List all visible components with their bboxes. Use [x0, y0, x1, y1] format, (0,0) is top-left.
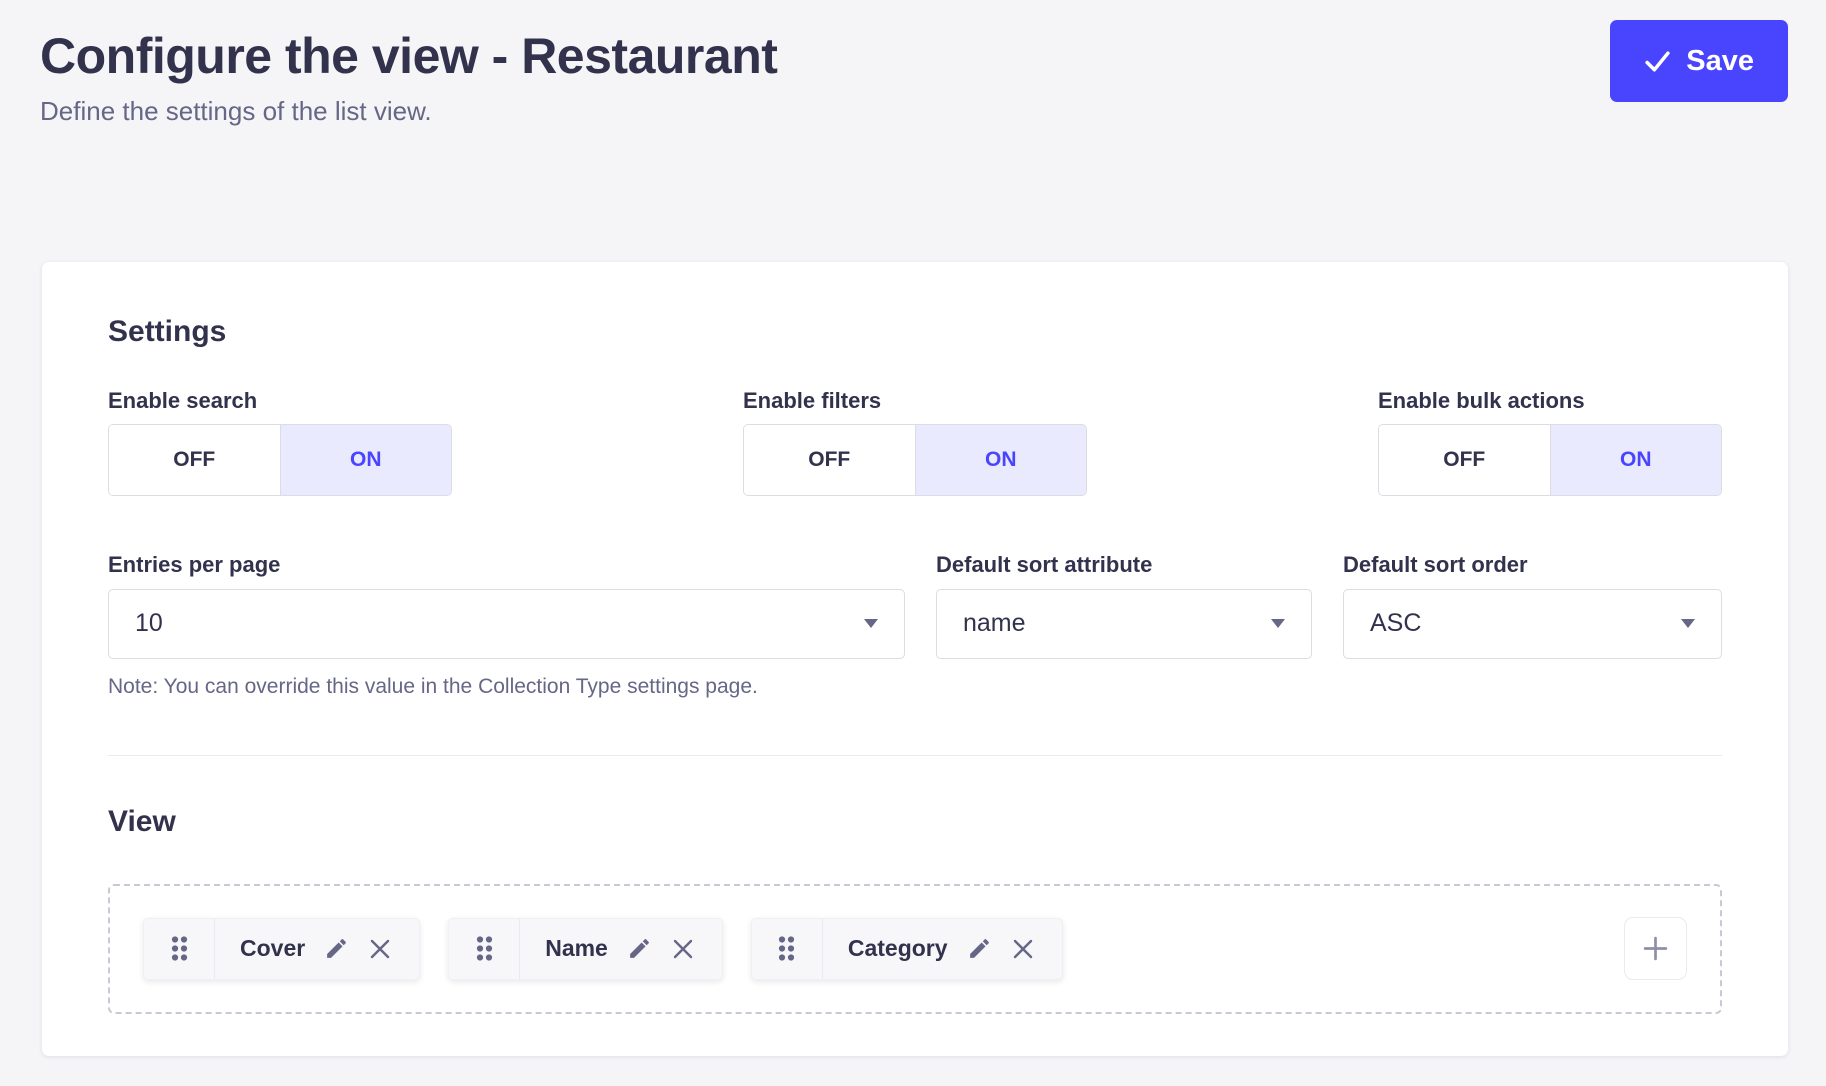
page-subtitle: Define the settings of the list view.: [40, 96, 1788, 127]
enable-search-toggle[interactable]: OFF ON: [108, 424, 452, 496]
section-divider: [108, 755, 1722, 756]
field-default-sort-attribute: Default sort attribute name: [936, 552, 1312, 698]
remove-field-button[interactable]: [368, 937, 392, 961]
add-field-button[interactable]: [1624, 917, 1687, 980]
enable-filters-label: Enable filters: [743, 388, 1087, 414]
check-icon: [1644, 48, 1671, 75]
view-field-label: Name: [545, 935, 608, 962]
edit-field-button[interactable]: [627, 936, 652, 961]
enable-bulk-actions-toggle[interactable]: OFF ON: [1378, 424, 1722, 496]
edit-field-button[interactable]: [967, 936, 992, 961]
enable-bulk-actions-off-option[interactable]: OFF: [1379, 425, 1550, 495]
field-entries-per-page: Entries per page 10 Note: You can overri…: [108, 552, 905, 698]
field-enable-bulk-actions: Enable bulk actions OFF ON: [1378, 388, 1722, 496]
page-title: Configure the view - Restaurant: [40, 26, 1788, 86]
enable-filters-toggle[interactable]: OFF ON: [743, 424, 1087, 496]
entries-per-page-label: Entries per page: [108, 552, 905, 578]
x-icon: [1011, 937, 1035, 961]
default-sort-order-select[interactable]: ASC: [1343, 589, 1722, 659]
chevron-down-icon: [1681, 619, 1695, 628]
view-field-chip-category: Category: [751, 918, 1063, 980]
field-enable-filters: Enable filters OFF ON: [743, 388, 1087, 496]
toggles-row: Enable search OFF ON Enable filters OFF …: [108, 388, 1722, 496]
entries-per-page-value: 10: [135, 609, 163, 638]
remove-field-button[interactable]: [671, 937, 695, 961]
x-icon: [671, 937, 695, 961]
view-fields-dropzone: Cover: [108, 884, 1722, 1014]
enable-search-on-option[interactable]: ON: [280, 425, 452, 495]
pencil-icon: [967, 936, 992, 961]
enable-filters-on-option[interactable]: ON: [915, 425, 1087, 495]
settings-section-heading: Settings: [108, 314, 1722, 350]
chevron-down-icon: [864, 619, 878, 628]
enable-search-off-option[interactable]: OFF: [109, 425, 280, 495]
save-button[interactable]: Save: [1610, 20, 1788, 102]
drag-handle[interactable]: [449, 919, 520, 979]
drag-dots-icon: [776, 934, 797, 963]
default-sort-order-value: ASC: [1370, 609, 1421, 638]
view-field-chip-cover: Cover: [143, 918, 420, 980]
enable-bulk-actions-on-option[interactable]: ON: [1550, 425, 1722, 495]
pencil-icon: [324, 936, 349, 961]
entries-per-page-note: Note: You can override this value in the…: [108, 675, 905, 699]
view-field-label: Category: [848, 935, 948, 962]
save-button-label: Save: [1686, 45, 1754, 78]
selects-row: Entries per page 10 Note: You can overri…: [108, 552, 1722, 698]
default-sort-attribute-value: name: [963, 609, 1026, 638]
plus-icon: [1641, 934, 1670, 963]
chevron-down-icon: [1271, 619, 1285, 628]
drag-dots-icon: [169, 934, 190, 963]
view-section-heading: View: [108, 804, 1722, 840]
enable-search-label: Enable search: [108, 388, 452, 414]
enable-bulk-actions-label: Enable bulk actions: [1378, 388, 1722, 414]
default-sort-attribute-select[interactable]: name: [936, 589, 1312, 659]
drag-dots-icon: [474, 934, 495, 963]
drag-handle[interactable]: [144, 919, 215, 979]
entries-per-page-select[interactable]: 10: [108, 589, 905, 659]
pencil-icon: [627, 936, 652, 961]
edit-field-button[interactable]: [324, 936, 349, 961]
field-default-sort-order: Default sort order ASC: [1343, 552, 1722, 698]
field-enable-search: Enable search OFF ON: [108, 388, 452, 496]
page-header: Configure the view - Restaurant Define t…: [0, 0, 1826, 127]
enable-filters-off-option[interactable]: OFF: [744, 425, 915, 495]
x-icon: [368, 937, 392, 961]
view-field-label: Cover: [240, 935, 305, 962]
remove-field-button[interactable]: [1011, 937, 1035, 961]
settings-card: Settings Enable search OFF ON Enable fil…: [42, 262, 1788, 1056]
default-sort-attribute-label: Default sort attribute: [936, 552, 1312, 578]
view-field-chip-name: Name: [448, 918, 723, 980]
default-sort-order-label: Default sort order: [1343, 552, 1722, 578]
drag-handle[interactable]: [752, 919, 823, 979]
